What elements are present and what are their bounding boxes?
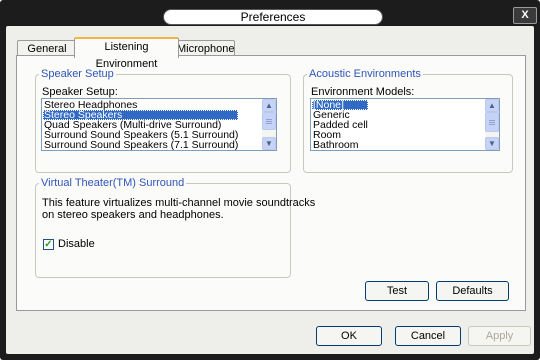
scroll-thumb[interactable] [262,112,276,130]
speaker-setup-scrollbar[interactable]: ▲ ▼ [262,99,276,150]
title-bar[interactable]: Preferences X [0,0,540,26]
scroll-up-arrow-icon[interactable]: ▲ [262,99,276,112]
close-button[interactable]: X [513,7,537,24]
scroll-thumb[interactable] [485,112,499,132]
acoustic-environments-legend: Acoustic Environments [309,68,421,80]
environment-option-bathroom[interactable]: Bathroom [312,140,368,150]
virtual-theater-legend: Virtual Theater(TM) Surround [41,177,185,189]
window-title: Preferences [163,9,383,25]
scroll-down-arrow-icon[interactable]: ▼ [485,137,499,150]
disable-checkbox-label[interactable]: Disable [58,238,95,250]
speaker-option-surround-7-1[interactable]: Surround Sound Speakers (7.1 Surround) [43,140,238,150]
disable-checkbox[interactable]: ✓ [43,239,54,250]
cancel-button[interactable]: Cancel [395,326,461,346]
speaker-setup-listbox[interactable]: Stereo Headphones Stereo Speakers Quad S… [41,98,277,151]
tab-panel-listening-environment: Speaker Setup Speaker Setup: Stereo Head… [16,55,526,311]
virtual-theater-group: Virtual Theater(TM) Surround [35,177,291,278]
environment-models-listbox[interactable]: [None] Generic Padded cell Room Bathroom… [310,98,500,151]
speaker-setup-label: Speaker Setup: [42,86,118,98]
virtual-theater-description-line2: on stereo speakers and headphones. [42,209,224,221]
preferences-window: Preferences X General Listening Environm… [0,0,540,360]
environment-models-label: Environment Models: [311,86,415,98]
scroll-up-arrow-icon[interactable]: ▲ [485,99,499,112]
scroll-down-arrow-icon[interactable]: ▼ [262,137,276,150]
tab-listening-environment[interactable]: Listening Environment [74,37,179,70]
test-button[interactable]: Test [365,281,429,301]
apply-button[interactable]: Apply [468,326,531,346]
dialog-client-area: General Listening Environment Microphone… [6,26,534,354]
defaults-button[interactable]: Defaults [436,281,509,301]
ok-button[interactable]: OK [316,326,382,346]
environment-models-scrollbar[interactable]: ▲ ▼ [485,99,499,150]
